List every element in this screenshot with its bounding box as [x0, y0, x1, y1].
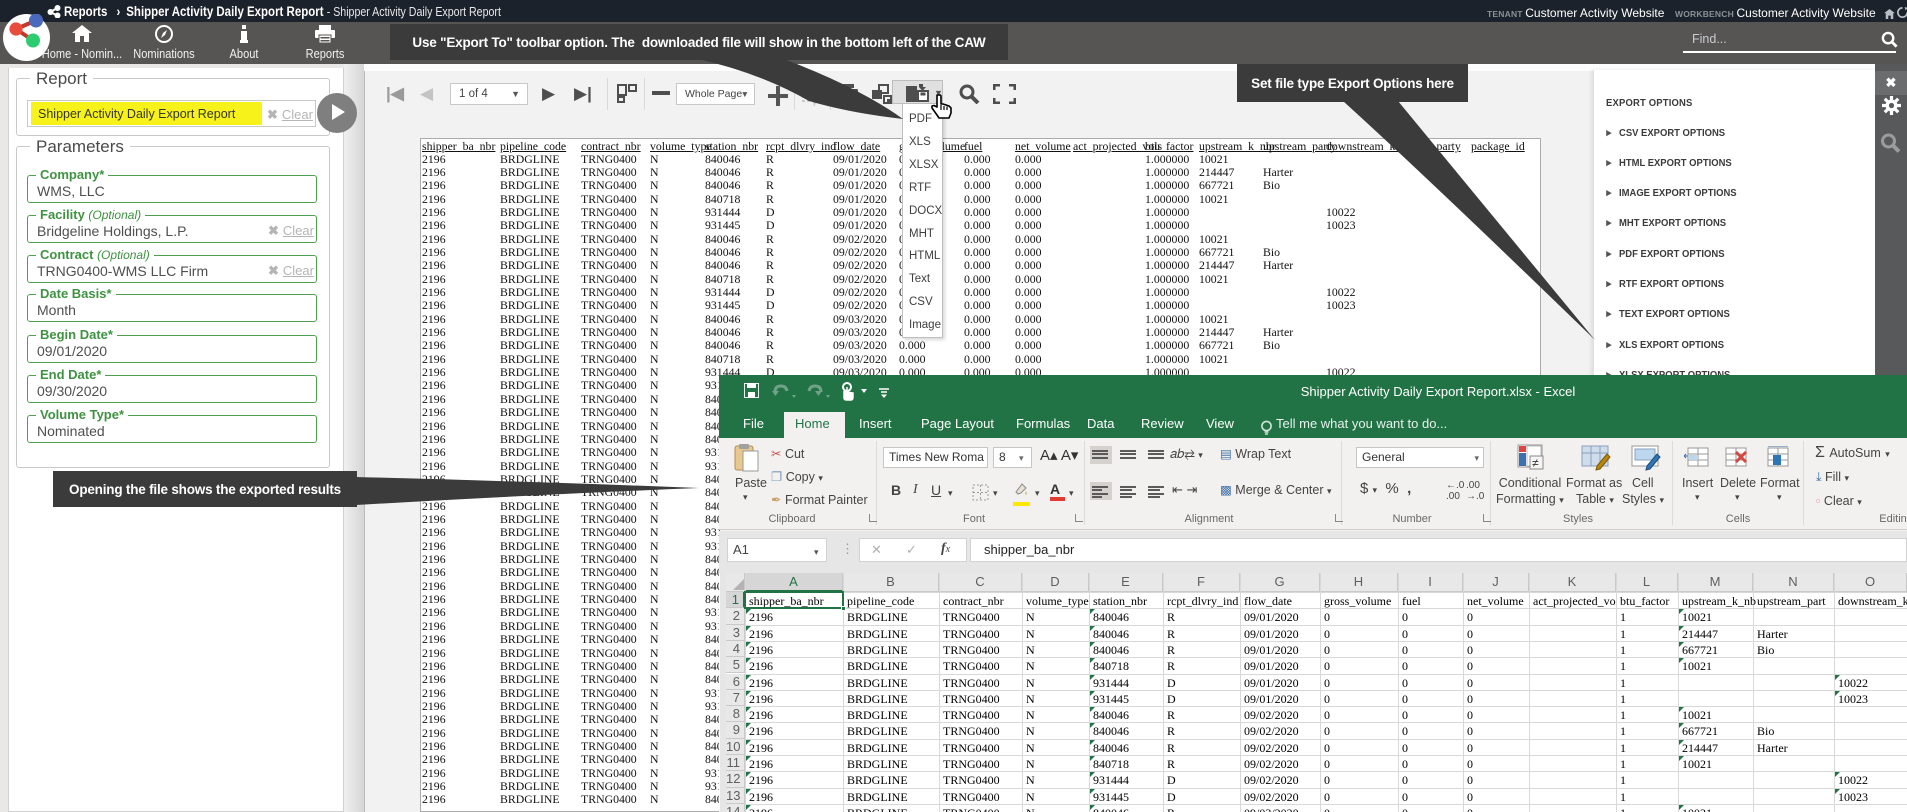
- svg-text:≠: ≠: [1532, 456, 1539, 470]
